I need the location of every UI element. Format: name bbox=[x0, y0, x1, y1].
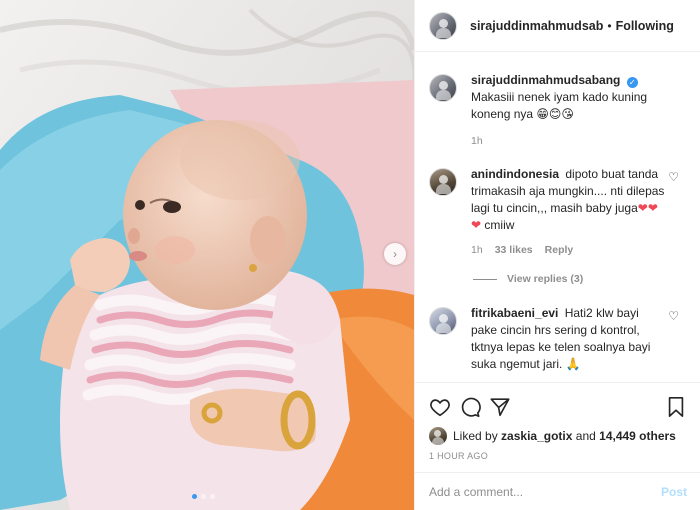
post-photo[interactable]: › bbox=[0, 0, 414, 510]
like-button[interactable] bbox=[425, 392, 455, 422]
caption-item: sirajuddinmahmudsabang ✓ Makasiii nenek … bbox=[415, 72, 700, 150]
likes-summary: Liked by zaskia_gotix and 14,449 others bbox=[425, 425, 691, 447]
liker-username[interactable]: zaskia_gotix bbox=[501, 429, 572, 443]
carousel-dot bbox=[201, 494, 206, 499]
likes-count[interactable]: 14,449 others bbox=[599, 429, 676, 443]
caption-emoji: 😁😊😘 bbox=[536, 107, 574, 121]
header-separator: • bbox=[607, 18, 612, 33]
comment-avatar[interactable] bbox=[429, 307, 457, 335]
carousel-dot bbox=[192, 494, 197, 499]
author-avatar[interactable] bbox=[429, 11, 457, 40]
pray-emoji: 🙏 bbox=[565, 357, 581, 371]
replies-divider bbox=[473, 278, 497, 280]
save-button[interactable] bbox=[661, 392, 691, 422]
post-comment-button[interactable]: Post bbox=[661, 485, 687, 499]
baby-photo-image bbox=[0, 0, 414, 510]
liker-avatar[interactable] bbox=[429, 427, 447, 445]
comment-avatar[interactable] bbox=[429, 168, 457, 196]
liked-by-prefix: Liked by bbox=[453, 429, 498, 443]
instagram-post-modal: › sirajuddinmahmudsab • Following siraju… bbox=[0, 0, 700, 510]
author-username[interactable]: sirajuddinmahmudsab bbox=[470, 19, 603, 33]
share-button[interactable] bbox=[485, 392, 515, 422]
comment-username[interactable]: fitrikabaeni_evi bbox=[471, 306, 558, 320]
chevron-right-icon: › bbox=[393, 247, 397, 261]
verified-badge-icon: ✓ bbox=[626, 77, 638, 88]
like-comment-heart-icon[interactable]: ♡ bbox=[668, 309, 679, 323]
paper-plane-icon bbox=[490, 398, 510, 417]
caption-username[interactable]: sirajuddinmahmudsabang bbox=[471, 73, 620, 87]
carousel-dot bbox=[210, 494, 215, 499]
carousel-indicator bbox=[192, 494, 215, 499]
action-icons-row bbox=[425, 389, 691, 425]
bookmark-icon bbox=[668, 397, 684, 417]
reply-button[interactable]: Reply bbox=[545, 242, 574, 259]
comment-button[interactable] bbox=[455, 392, 485, 422]
comment-likes[interactable]: 33 likes bbox=[495, 242, 533, 259]
comment-suffix: cmiiw bbox=[484, 218, 515, 232]
liked-by-conjunction: and bbox=[575, 429, 596, 443]
caption-avatar[interactable] bbox=[429, 74, 457, 102]
heart-icon bbox=[430, 399, 450, 417]
post-side-panel: sirajuddinmahmudsab • Following sirajudd… bbox=[414, 0, 700, 510]
comment-bubble-icon bbox=[461, 397, 481, 417]
view-replies-button[interactable]: View replies (3) bbox=[473, 273, 700, 285]
following-button[interactable]: Following bbox=[616, 19, 674, 33]
next-slide-button[interactable]: › bbox=[384, 243, 406, 265]
comment-input[interactable] bbox=[429, 484, 661, 499]
post-timestamp[interactable]: 1 HOUR AGO bbox=[425, 451, 691, 461]
comment-time[interactable]: 1h bbox=[471, 242, 483, 259]
comment-username[interactable]: anindindonesia bbox=[471, 167, 559, 181]
comment-item: fitrikabaeni_evi Hati2 klw bayi pake cin… bbox=[415, 305, 700, 373]
comment-item: anindindonesia dipoto buat tanda trimaka… bbox=[415, 166, 700, 259]
view-replies-label: View replies (3) bbox=[507, 273, 584, 285]
add-comment-bar: Post bbox=[415, 472, 700, 510]
caption-time[interactable]: 1h bbox=[471, 133, 483, 150]
like-comment-heart-icon[interactable]: ♡ bbox=[668, 170, 679, 184]
comments-list[interactable]: sirajuddinmahmudsabang ✓ Makasiii nenek … bbox=[415, 53, 700, 381]
post-header: sirajuddinmahmudsab • Following bbox=[415, 0, 700, 52]
